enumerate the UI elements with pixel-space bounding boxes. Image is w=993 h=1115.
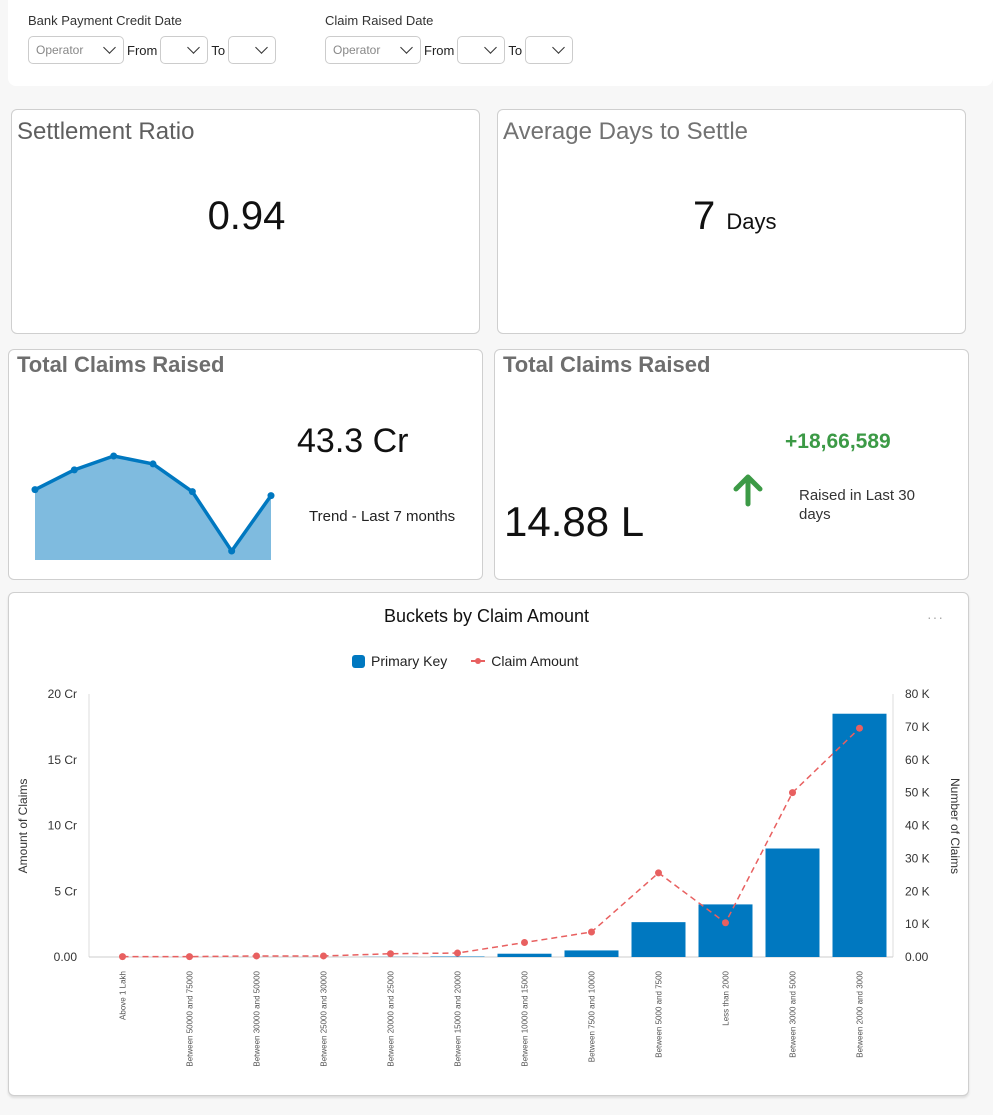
bar: [832, 713, 887, 957]
trend-caption: Trend - Last 7 months: [309, 508, 456, 525]
right-tick-label: 50 K: [905, 786, 930, 800]
buckets-chart: 0.00 5 Cr 10 Cr 15 Cr 20 Cr 0.00 10 K 20 K 30 K 4…: [16, 687, 962, 1067]
legend-item-primary-key[interactable]: Primary Key: [371, 653, 447, 669]
left-tick-label: 5 Cr: [54, 884, 77, 898]
claim-amount-point: [722, 919, 729, 927]
legend-line-swatch: [471, 657, 486, 664]
claim-amount-point: [521, 939, 528, 947]
legend-item-claim-amount[interactable]: Claim Amount: [491, 653, 578, 669]
claim-amount-point: [186, 953, 193, 961]
x-tick-label: Between 50000 and 75000: [186, 970, 195, 1066]
right-axis-title: Number of Claims: [948, 778, 962, 874]
right-tick-label: 20 K: [905, 884, 930, 898]
claim-amount-point: [119, 953, 126, 961]
x-tick-label: Between 3000 and 5000: [789, 970, 798, 1057]
left-axis-title: Amount of Claims: [16, 779, 30, 874]
right-tick-label: 60 K: [905, 753, 930, 767]
x-tick-label: Between 2000 and 3000: [856, 970, 865, 1057]
right-tick-label: 70 K: [905, 720, 930, 734]
bar: [765, 848, 820, 957]
left-tick-label: 10 Cr: [48, 819, 77, 833]
more-options-icon[interactable]: ···: [927, 609, 944, 625]
x-tick-label: Between 25000 and 30000: [320, 970, 329, 1066]
x-tick-label: Between 20000 and 25000: [387, 970, 396, 1066]
bar: [564, 950, 619, 957]
claim-amount-point: [253, 952, 260, 960]
sparkline-point: [228, 547, 236, 555]
left-tick-label: 0.00: [54, 950, 78, 964]
claim-amount-point: [655, 869, 662, 877]
claim-amount-point: [320, 952, 327, 960]
chart-title: Buckets by Claim Amount: [383, 606, 590, 626]
right-tick-label: 30 K: [905, 851, 930, 865]
x-tick-label: Above 1 Lakh: [119, 971, 128, 1020]
right-tick-label: 0.00: [905, 950, 929, 964]
buckets-chart-card: Buckets by Claim Amount ··· Primary Key …: [8, 592, 969, 1096]
claim-amount-point: [588, 928, 595, 936]
right-tick-label: 80 K: [905, 687, 930, 701]
bar: [497, 953, 552, 957]
left-tick-label: 20 Cr: [48, 687, 77, 701]
x-tick-label: Less than 2000: [722, 970, 731, 1025]
x-tick-label: Between 7500 and 10000: [588, 970, 597, 1062]
x-tick-label: Between 15000 and 20000: [454, 970, 463, 1066]
claim-amount-point: [454, 949, 461, 957]
claim-amount-point: [789, 789, 796, 797]
claim-amount-point: [387, 950, 394, 958]
bar: [631, 922, 686, 957]
x-tick-label: Between 30000 and 50000: [253, 970, 262, 1066]
bar: [698, 904, 753, 957]
claim-amount-point: [856, 724, 863, 732]
left-tick-label: 15 Cr: [48, 753, 77, 767]
x-tick-label: Between 10000 and 15000: [521, 970, 530, 1066]
legend-bar-swatch: [352, 654, 365, 668]
total-claims-recent-value: 14.88 L: [504, 498, 645, 545]
right-tick-label: 40 K: [905, 819, 930, 833]
x-tick-label: Between 5000 and 7500: [655, 970, 664, 1057]
chart-legend: Primary Key Claim Amount: [352, 653, 578, 669]
right-tick-label: 10 K: [905, 917, 930, 931]
